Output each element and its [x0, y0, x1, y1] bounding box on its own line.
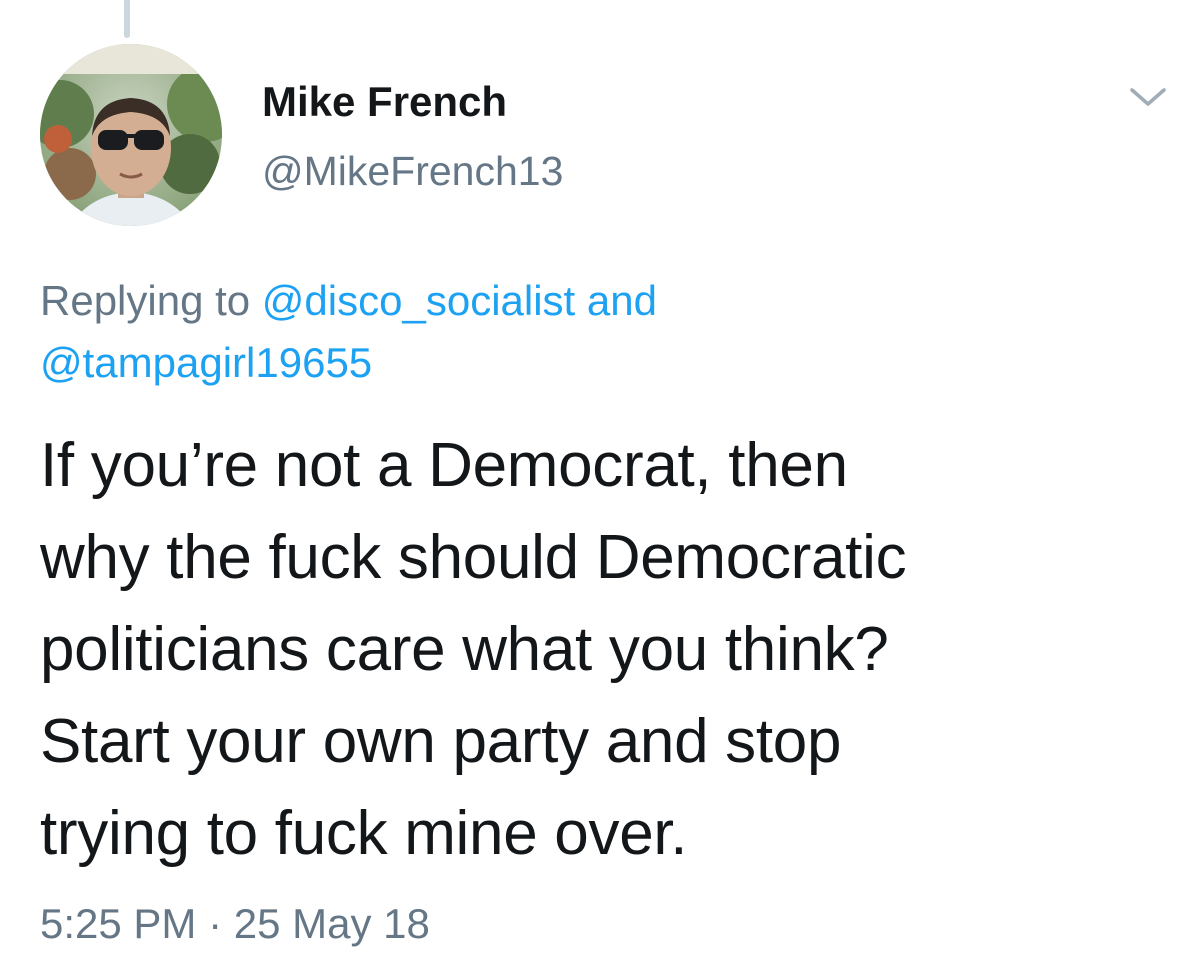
replying-conjunction: and	[575, 277, 657, 324]
mention-link-tampagirl19655[interactable]: @tampagirl19655	[40, 339, 372, 386]
thread-connector-line	[124, 0, 130, 38]
replying-to-context: Replying to @disco_socialist and @tampag…	[40, 270, 1160, 394]
replying-prefix: Replying to	[40, 277, 262, 324]
profile-photo-icon	[40, 44, 222, 226]
author-display-name[interactable]: Mike French	[262, 78, 507, 126]
tweet-text: If you’re not a Democrat, then why the f…	[40, 431, 907, 868]
author-handle[interactable]: @MikeFrench13	[262, 148, 563, 195]
tweet-timestamp[interactable]: 5:25 PM · 25 May 18	[40, 900, 430, 948]
avatar[interactable]	[40, 44, 222, 226]
mention-link-disco-socialist[interactable]: @disco_socialist	[262, 277, 575, 324]
chevron-down-icon	[1130, 88, 1166, 106]
tweet-menu-button[interactable]	[1126, 82, 1170, 112]
